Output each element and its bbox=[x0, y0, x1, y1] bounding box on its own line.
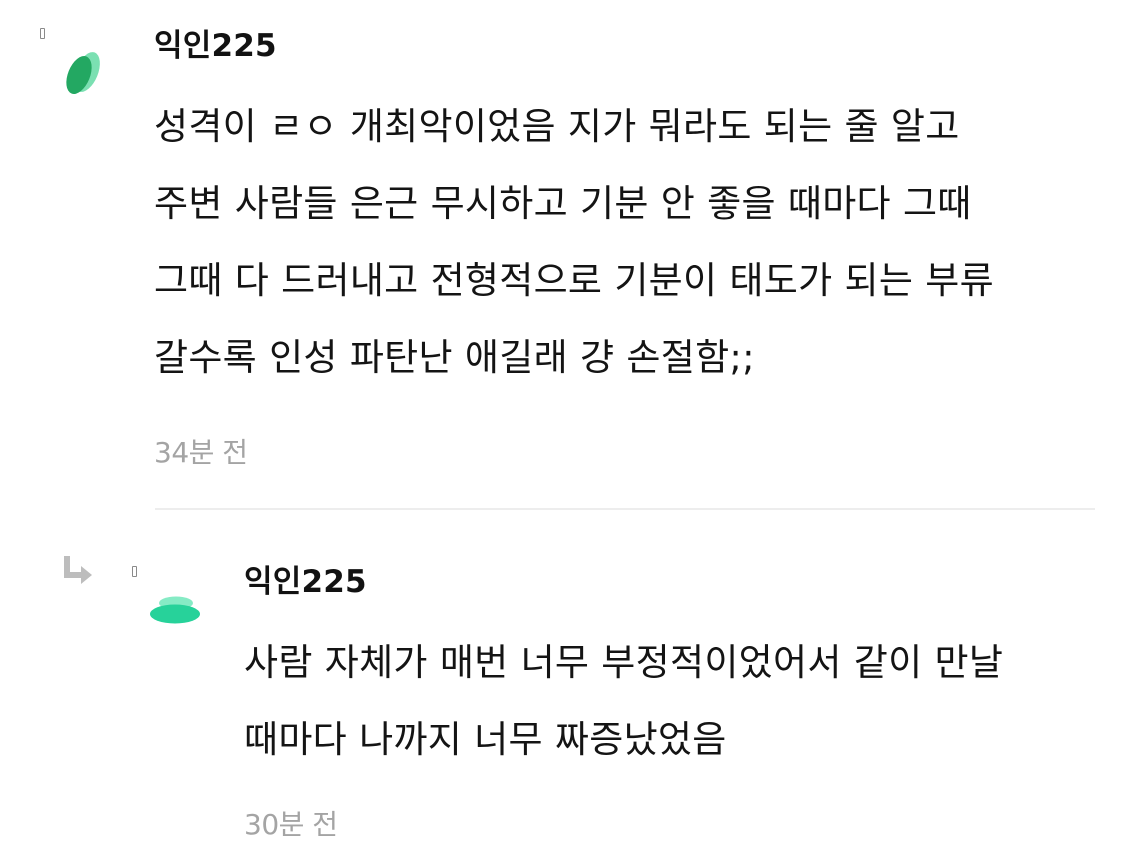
comment-timestamp: 34분 전 bbox=[154, 436, 248, 469]
reply-arrow-icon bbox=[64, 556, 92, 584]
green-leaf-avatar-icon bbox=[66, 52, 100, 94]
handle-icon[interactable] bbox=[40, 28, 45, 39]
reply-text: 사람 자체가 매번 너무 부정적이었어서 같이 만날 때마다 나까지 너무 짜증… bbox=[244, 641, 1004, 761]
comment-text: 성격이 ㄹㅇ 개최악이었음 지가 뭐라도 되는 줄 알고 주변 사람들 은근 무… bbox=[154, 105, 994, 379]
avatar[interactable] bbox=[58, 46, 108, 102]
handle-icon[interactable] bbox=[132, 566, 137, 577]
reply-item: 익인225 사람 자체가 매번 너무 부정적이었어서 같이 만날 때마다 나까지… bbox=[0, 512, 1125, 864]
green-stacked-disc-avatar-icon bbox=[150, 596, 200, 624]
comment-divider bbox=[155, 508, 1095, 510]
comment-item: 익인225 성격이 ㄹㅇ 개최악이었음 지가 뭐라도 되는 줄 알고 주변 사람… bbox=[0, 0, 1125, 512]
reply-timestamp: 30분 전 bbox=[244, 808, 338, 841]
author-name[interactable]: 익인225 bbox=[244, 564, 367, 600]
avatar[interactable] bbox=[148, 594, 202, 626]
author-name[interactable]: 익인225 bbox=[154, 28, 277, 64]
